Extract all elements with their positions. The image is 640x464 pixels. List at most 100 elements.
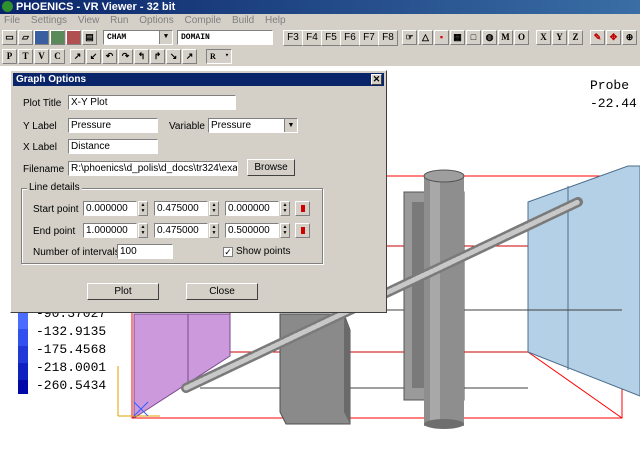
probe-icon[interactable]: ☞: [402, 30, 417, 45]
outlet-plane: [527, 165, 640, 397]
variable-select-value: Pressure: [211, 120, 252, 131]
object-field[interactable]: DOMAIN: [177, 30, 273, 45]
menu-options[interactable]: Options: [139, 15, 173, 26]
chevron-down-icon[interactable]: ▼: [159, 31, 172, 44]
x-label-input[interactable]: Distance: [68, 139, 158, 154]
show-points-checkbox[interactable]: ✓: [223, 247, 233, 257]
contour-icon[interactable]: ▪: [434, 30, 449, 45]
menu-compile[interactable]: Compile: [185, 15, 222, 26]
chevron-down-icon[interactable]: ▾: [223, 50, 231, 63]
export-icon[interactable]: [66, 30, 81, 45]
probe-label: Probe: [590, 78, 630, 93]
turn-up-icon[interactable]: ↰: [134, 49, 149, 64]
toolbar-button-m[interactable]: M: [498, 30, 513, 45]
filename-input[interactable]: R:\phoenics\d_polis\d_docs\tr324\exa: [68, 161, 238, 176]
close-icon[interactable]: ✕: [371, 74, 382, 85]
plot-button[interactable]: Plot: [87, 283, 159, 300]
f3-button[interactable]: F3: [283, 30, 303, 46]
end-z-spinner[interactable]: ▲ ▼: [280, 223, 290, 238]
temperature-button[interactable]: T: [18, 49, 33, 64]
reset-icon[interactable]: ⊕: [622, 30, 637, 45]
new-file-icon[interactable]: ▭: [2, 30, 17, 45]
start-point-label: Start point: [33, 204, 79, 215]
pressure-button[interactable]: P: [2, 49, 17, 64]
dialog-title: Graph Options: [16, 74, 86, 85]
baffle-plate-edge: [412, 202, 424, 388]
end-y-input[interactable]: 0.475000: [154, 223, 208, 238]
save-icon[interactable]: [34, 30, 49, 45]
menu-file[interactable]: File: [4, 15, 20, 26]
variable-select-value: CHAM: [107, 33, 127, 42]
start-x-input[interactable]: 0.000000: [83, 201, 137, 216]
start-y-spinner[interactable]: ▲ ▼: [209, 201, 219, 216]
f8-button[interactable]: F8: [378, 30, 398, 46]
blockage-block-side: [344, 314, 350, 424]
arrow-down-left-icon[interactable]: ↙: [86, 49, 101, 64]
r-dropdown[interactable]: R ▾: [206, 49, 232, 64]
diagonal-arrow-icon[interactable]: ↘: [166, 49, 181, 64]
browse-button[interactable]: Browse: [247, 159, 295, 176]
menu-settings[interactable]: Settings: [31, 15, 67, 26]
start-point-pick-button[interactable]: [295, 201, 310, 216]
plot-title-input[interactable]: X-Y Plot: [68, 95, 236, 110]
close-button[interactable]: Close: [186, 283, 258, 300]
variable-select[interactable]: CHAM ▼: [103, 30, 173, 45]
f5-button[interactable]: F5: [321, 30, 341, 46]
probe-value: -22.44: [590, 96, 637, 111]
end-x-input[interactable]: 1.000000: [83, 223, 137, 238]
f6-button[interactable]: F6: [340, 30, 360, 46]
box-icon[interactable]: □: [466, 30, 481, 45]
menu-view[interactable]: View: [78, 15, 100, 26]
cylinder-top: [423, 169, 465, 183]
view-y-button[interactable]: Y: [552, 30, 567, 45]
view-x-button[interactable]: X: [536, 30, 551, 45]
f4-button[interactable]: F4: [302, 30, 322, 46]
show-points-label: Show points: [236, 246, 291, 257]
menu-run[interactable]: Run: [110, 15, 128, 26]
velocity-button[interactable]: V: [34, 49, 49, 64]
end-x-spinner[interactable]: ▲ ▼: [138, 223, 148, 238]
legend-value-2: -132.9135: [36, 324, 107, 339]
object-field-value: DOMAIN: [181, 33, 210, 42]
streamline-icon[interactable]: ◍: [482, 30, 497, 45]
y-label-label: Y Label: [23, 121, 57, 132]
start-x-spinner[interactable]: ▲ ▼: [138, 201, 148, 216]
phoenics-app-icon: [2, 1, 13, 12]
view-z-button[interactable]: Z: [568, 30, 583, 45]
variable-select[interactable]: Pressure ▼: [208, 118, 298, 133]
open-folder-icon[interactable]: ▱: [18, 30, 33, 45]
y-label-input[interactable]: Pressure: [68, 118, 158, 133]
dialog-title-bar[interactable]: Graph Options ✕: [13, 73, 384, 86]
image-icon[interactable]: [50, 30, 65, 45]
vector-icon[interactable]: △: [418, 30, 433, 45]
menu-build[interactable]: Build: [232, 15, 254, 26]
f7-button[interactable]: F7: [359, 30, 379, 46]
turn-down-icon[interactable]: ↱: [150, 49, 165, 64]
start-z-spinner[interactable]: ▲ ▼: [280, 201, 290, 216]
chevron-down-icon[interactable]: ▼: [284, 119, 297, 132]
plot-title-label: Plot Title: [23, 98, 62, 109]
intervals-label: Number of intervals: [33, 247, 120, 258]
start-z-input[interactable]: 0.000000: [225, 201, 279, 216]
intervals-input[interactable]: 100: [117, 244, 173, 259]
toolbar-button-o[interactable]: O: [514, 30, 529, 45]
end-point-pick-button[interactable]: [295, 223, 310, 238]
end-y-spinner[interactable]: ▲ ▼: [209, 223, 219, 238]
menu-bar: File Settings View Run Options Compile B…: [0, 14, 640, 28]
print-icon[interactable]: ▤: [82, 30, 97, 45]
grid-icon[interactable]: ▦: [450, 30, 465, 45]
line-details-label: Line details: [27, 182, 82, 193]
pick-marker-icon: [301, 227, 305, 234]
rotate-left-icon[interactable]: ↶: [102, 49, 117, 64]
arrow-up-right-icon[interactable]: ↗: [70, 49, 85, 64]
legend-value-3: -175.4568: [36, 342, 107, 357]
concentration-button[interactable]: C: [50, 49, 65, 64]
end-z-input[interactable]: 0.500000: [225, 223, 279, 238]
rotate-right-icon[interactable]: ↷: [118, 49, 133, 64]
r-dropdown-value: R: [210, 52, 216, 61]
diagonal-arrow-2-icon[interactable]: ↗: [182, 49, 197, 64]
menu-help[interactable]: Help: [265, 15, 286, 26]
pencil-icon[interactable]: ✎: [590, 30, 605, 45]
transform-icon[interactable]: ✥: [606, 30, 621, 45]
start-y-input[interactable]: 0.475000: [154, 201, 208, 216]
